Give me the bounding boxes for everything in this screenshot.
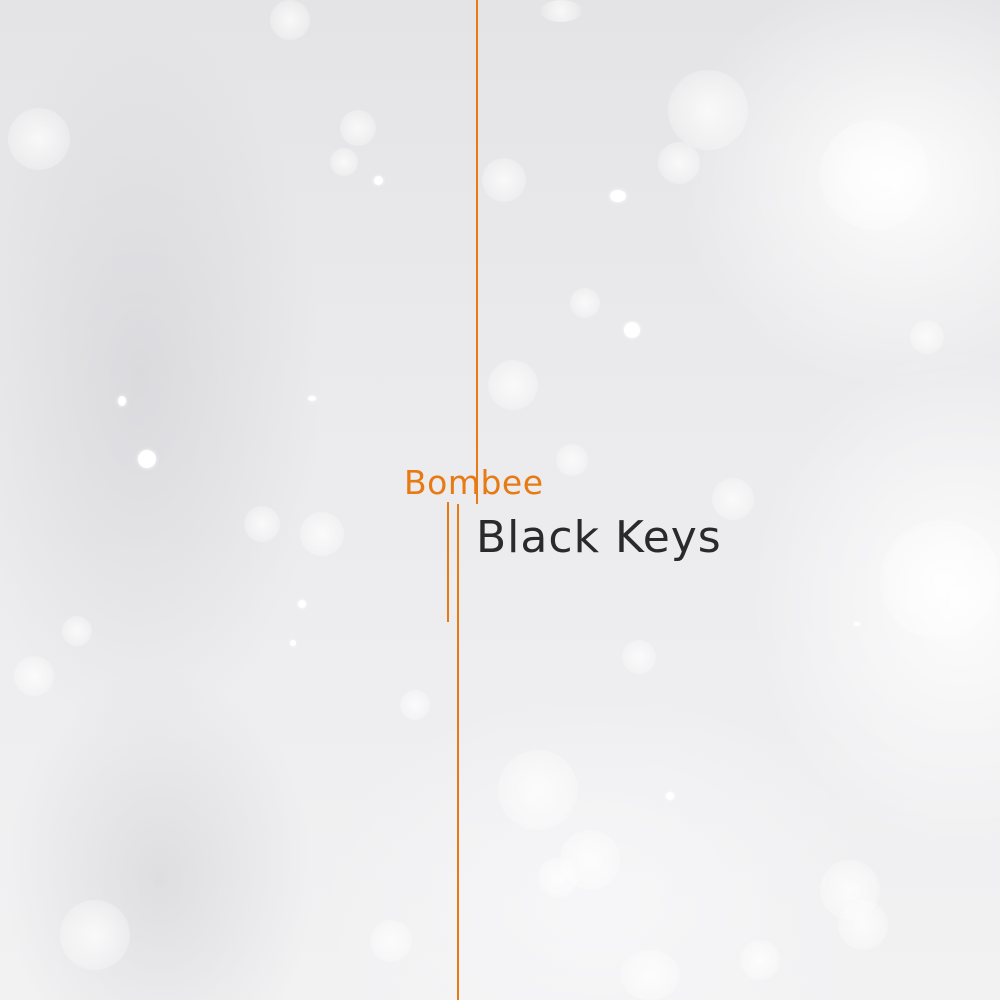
bokeh-light <box>300 512 344 556</box>
sparkle <box>624 322 640 338</box>
bokeh-light <box>498 750 578 830</box>
album-cover: Bombee Black Keys <box>0 0 1000 1000</box>
bokeh-light <box>740 940 780 980</box>
bokeh-light <box>538 858 578 898</box>
sparkle <box>298 600 306 608</box>
bokeh-light <box>400 690 430 720</box>
bokeh-light <box>668 70 748 150</box>
accent-line-bottom <box>457 504 459 1000</box>
bokeh-light <box>658 142 700 184</box>
sparkle <box>666 792 674 800</box>
sparkle <box>118 396 126 406</box>
bokeh-light <box>540 0 582 22</box>
bokeh-light <box>556 444 588 476</box>
sparkle <box>138 450 156 468</box>
bokeh-light <box>8 108 70 170</box>
sparkle <box>374 176 383 185</box>
bokeh-light <box>244 506 280 542</box>
bokeh-light <box>570 288 600 318</box>
bokeh-light <box>62 616 92 646</box>
bokeh-light <box>60 900 130 970</box>
artist-name: Bombee <box>404 463 544 502</box>
sparkle <box>610 190 626 202</box>
bokeh-light <box>622 640 656 674</box>
bokeh-light <box>14 656 54 696</box>
bokeh-light <box>620 950 680 1000</box>
album-title: Black Keys <box>476 512 722 563</box>
bokeh-light <box>820 120 930 230</box>
bokeh-light <box>370 920 412 962</box>
sparkle <box>308 396 316 401</box>
bokeh-light <box>838 900 888 950</box>
sparkle <box>854 622 860 626</box>
bokeh-light <box>270 0 310 40</box>
bokeh-light <box>330 148 358 176</box>
bokeh-light <box>910 320 944 354</box>
accent-line-short <box>447 502 449 622</box>
bokeh-light <box>488 360 538 410</box>
sparkle <box>290 640 296 646</box>
bokeh-light <box>340 110 376 146</box>
bokeh-light <box>482 158 526 202</box>
bokeh-light <box>880 520 1000 640</box>
accent-line-long <box>476 0 478 504</box>
